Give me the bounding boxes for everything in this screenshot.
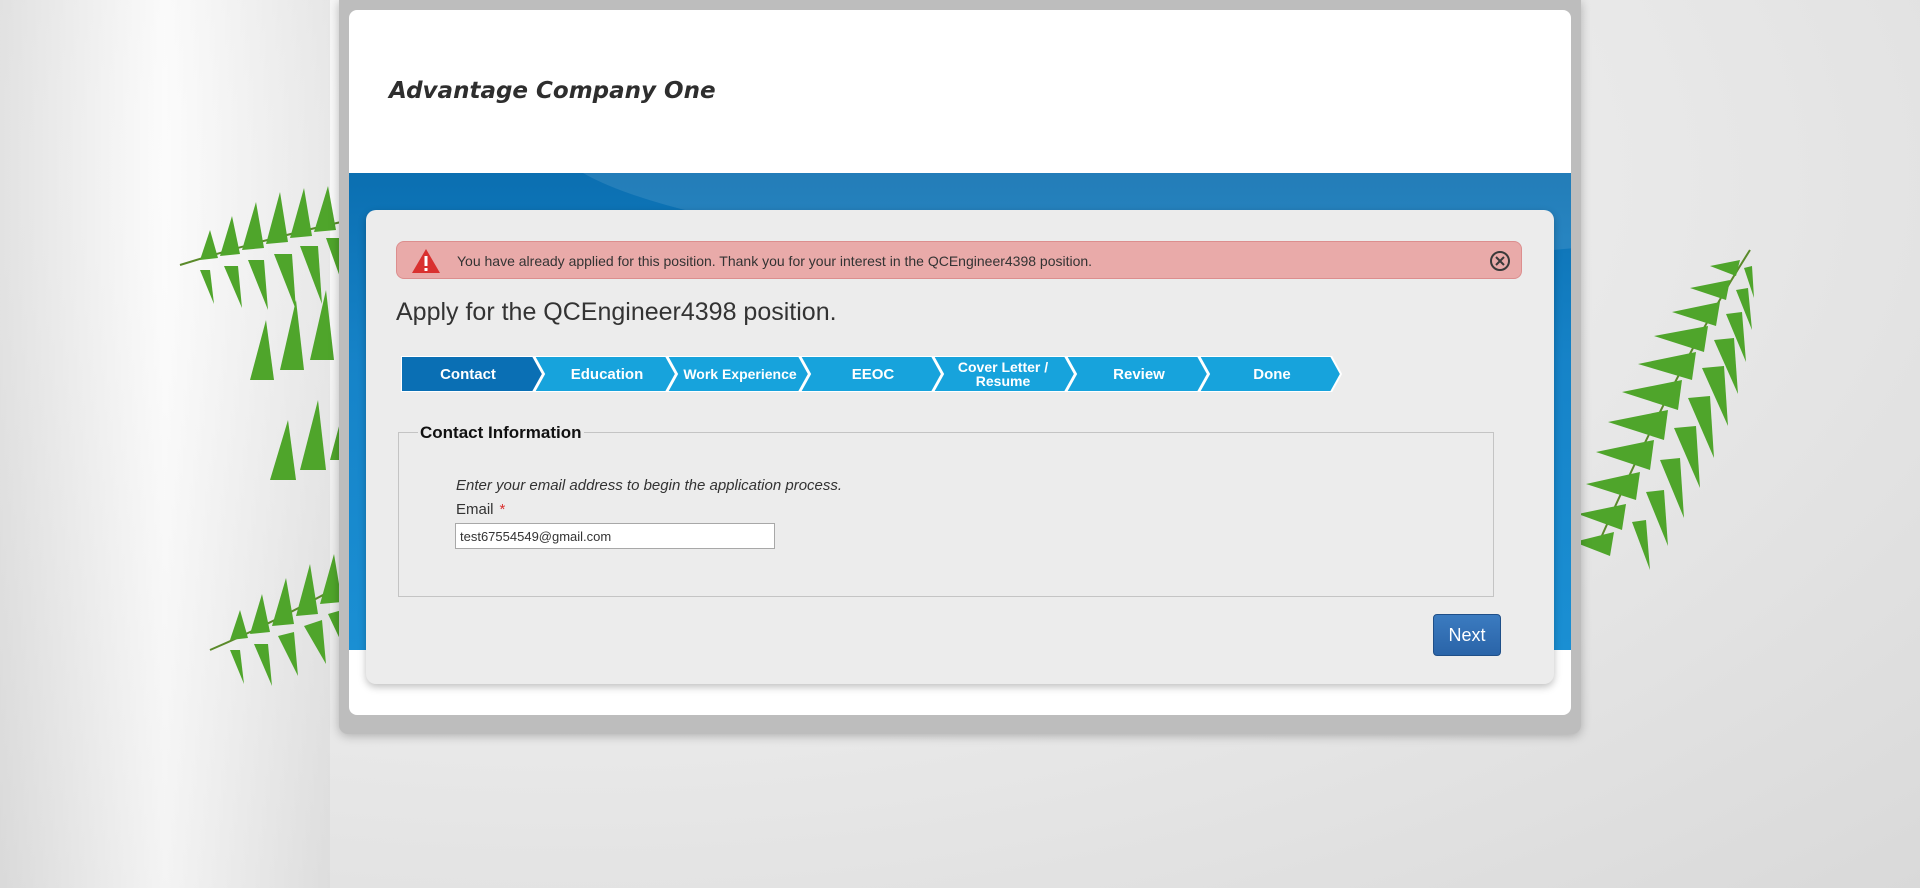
step-work-experience[interactable]: Work Experience xyxy=(667,356,812,392)
email-field[interactable] xyxy=(455,523,775,549)
step-label: Education xyxy=(570,365,644,383)
progress-steps: Contact Education Work Experience EEOC C… xyxy=(401,356,1401,392)
required-marker: * xyxy=(499,501,506,518)
contact-information-fieldset xyxy=(398,432,1494,597)
company-name: Advantage Company One xyxy=(389,78,716,104)
fern-right-decoration xyxy=(1574,249,1754,570)
step-label: EEOC xyxy=(851,365,895,383)
step-label: Work Experience xyxy=(683,366,797,382)
email-label-text: Email xyxy=(456,501,494,518)
close-circle-icon[interactable] xyxy=(1489,250,1511,272)
fern-left-decoration xyxy=(179,186,352,686)
step-contact[interactable]: Contact xyxy=(401,356,546,392)
alert-message: You have already applied for this positi… xyxy=(457,253,1093,269)
email-label: Email * xyxy=(456,501,505,518)
warning-icon xyxy=(412,249,440,273)
step-eeoc[interactable]: EEOC xyxy=(800,356,945,392)
step-label: Review xyxy=(1113,365,1165,383)
step-review[interactable]: Review xyxy=(1066,356,1211,392)
step-cover-letter-resume[interactable]: Cover Letter / Resume xyxy=(933,356,1078,392)
step-label: Cover Letter / Resume xyxy=(957,359,1049,389)
already-applied-alert: You have already applied for this positi… xyxy=(396,241,1522,279)
email-instructions: Enter your email address to begin the ap… xyxy=(456,477,843,494)
application-card: You have already applied for this positi… xyxy=(366,210,1554,684)
step-education[interactable]: Education xyxy=(534,356,679,392)
step-done[interactable]: Done xyxy=(1199,356,1344,392)
contact-information-legend: Contact Information xyxy=(418,423,584,443)
step-label: Done xyxy=(1253,365,1291,383)
step-label: Contact xyxy=(440,365,496,383)
page-title: Apply for the QCEngineer4398 position. xyxy=(396,298,837,326)
next-button[interactable]: Next xyxy=(1433,614,1501,656)
